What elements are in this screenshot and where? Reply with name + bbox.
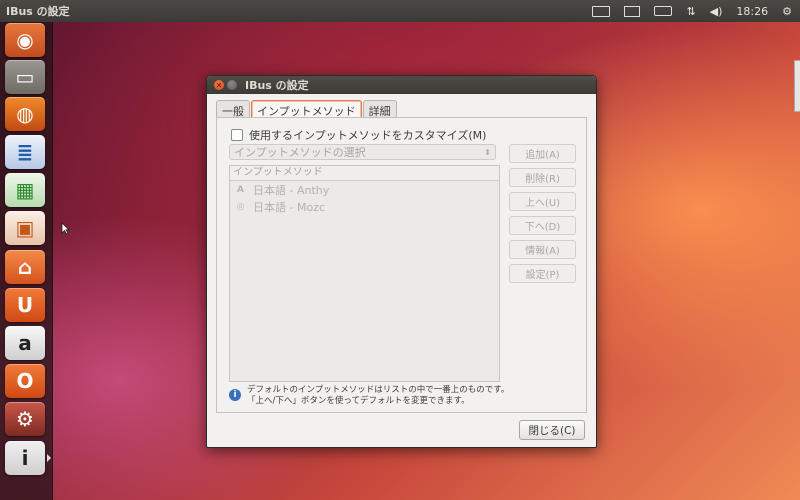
move-up-button[interactable]: 上へ(U) — [509, 192, 576, 211]
list-item[interactable]: A 日本語 - Anthy — [230, 181, 499, 198]
input-method-panel: 使用するインプットメソッドをカスタマイズ(M) インプットメソッドの選択 ⬍ イ… — [216, 117, 587, 413]
list-item-label: 日本語 - Mozc — [253, 200, 326, 214]
system-tray: ⇅ ◀) 18:26 ⚙ — [592, 5, 792, 18]
top-panel: IBus の設定 ⇅ ◀) 18:26 ⚙ — [0, 0, 800, 22]
customize-checkbox[interactable] — [231, 129, 243, 141]
list-header: インプットメソッド — [230, 166, 499, 181]
active-app-indicator — [47, 454, 51, 462]
mozc-engine-icon: ◎ — [236, 201, 245, 212]
ibus-settings-window: ✕ IBus の設定 一般 インプットメソッド 詳細 使用するインプットメソッド… — [206, 75, 597, 448]
writer-icon[interactable]: ≣ — [5, 135, 45, 169]
impress-icon[interactable]: ▣ — [5, 211, 45, 245]
remove-button[interactable]: 削除(R) — [509, 168, 576, 187]
side-button-column: 追加(A) 削除(R) 上へ(U) 下へ(D) 情報(A) 設定(P) — [509, 144, 576, 288]
input-method-list[interactable]: インプットメソッド A 日本語 - Anthy ◎ 日本語 - Mozc — [229, 165, 500, 382]
volume-icon[interactable]: ◀) — [710, 5, 723, 18]
move-down-button[interactable]: 下へ(D) — [509, 216, 576, 235]
list-item-label: 日本語 - Anthy — [253, 183, 330, 197]
amazon-icon[interactable]: a — [5, 326, 45, 360]
firefox-icon[interactable]: ◍ — [5, 97, 45, 131]
anthy-engine-icon: A — [237, 184, 244, 195]
input-method-select[interactable]: インプットメソッドの選択 ⬍ — [229, 144, 496, 160]
network-icon[interactable]: ⇅ — [686, 5, 695, 18]
close-window-icon[interactable]: ✕ — [214, 80, 224, 90]
dash-home-icon[interactable]: ◉ — [5, 23, 45, 57]
keyboard-icon[interactable] — [592, 5, 611, 17]
window-titlebar[interactable]: ✕ IBus の設定 — [207, 76, 596, 94]
about-button[interactable]: 情報(A) — [509, 240, 576, 259]
files-icon[interactable]: ▭ — [5, 60, 45, 94]
ibus-settings-icon[interactable]: i — [5, 441, 45, 475]
customize-checkbox-row[interactable]: 使用するインプットメソッドをカスタマイズ(M) — [231, 127, 486, 143]
info-line-2: 「上へ/下へ」ボタンを使ってデフォルトを変更できます。 — [247, 396, 470, 406]
info-text: デフォルトのインプットメソッドはリストの中で一番上のものです。 「上へ/下へ」ボ… — [247, 385, 509, 407]
launcher: ◉ ▭ ◍ ≣ ▦ ▣ ⌂ U a O ⚙ i — [0, 22, 53, 500]
combo-arrows-icon: ⬍ — [484, 147, 491, 157]
battery-icon[interactable] — [654, 6, 673, 16]
window-title: IBus の設定 — [245, 79, 309, 92]
power-gear-icon[interactable]: ⚙ — [782, 5, 792, 18]
mouse-cursor-icon — [61, 222, 70, 235]
add-button[interactable]: 追加(A) — [509, 144, 576, 163]
active-window-title: IBus の設定 — [6, 5, 70, 18]
info-icon: i — [229, 389, 241, 401]
system-settings-icon[interactable]: ⚙ — [5, 402, 45, 436]
customize-checkbox-label: 使用するインプットメソッドをカスタマイズ(M) — [249, 129, 487, 142]
minimize-window-icon[interactable] — [227, 80, 237, 90]
ubuntu-one-music-icon[interactable]: O — [5, 364, 45, 398]
list-item[interactable]: ◎ 日本語 - Mozc — [230, 198, 499, 215]
info-note: i デフォルトのインプットメソッドはリストの中で一番上のものです。 「上へ/下へ… — [229, 385, 509, 407]
workspace-edge-handle — [794, 60, 800, 112]
ubuntu-one-icon[interactable]: U — [5, 288, 45, 322]
close-button[interactable]: 閉じる(C) — [519, 420, 585, 440]
clock[interactable]: 18:26 — [736, 5, 768, 18]
mail-icon[interactable] — [624, 5, 641, 17]
input-method-select-value: インプットメソッドの選択 — [234, 146, 366, 159]
preferences-button[interactable]: 設定(P) — [509, 264, 576, 283]
software-center-icon[interactable]: ⌂ — [5, 250, 45, 284]
calc-icon[interactable]: ▦ — [5, 173, 45, 207]
info-line-1: デフォルトのインプットメソッドはリストの中で一番上のものです。 — [247, 385, 510, 395]
